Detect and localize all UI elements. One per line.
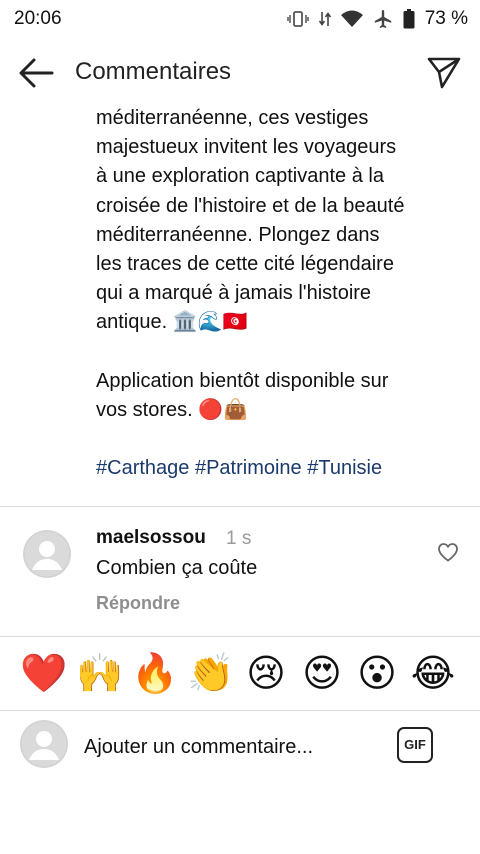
caption-line: qui a marqué à jamais l'histoire	[96, 282, 372, 305]
reaction-surprised[interactable]: 😮	[354, 650, 400, 696]
divider	[0, 506, 480, 507]
data-arrows-icon	[318, 10, 331, 28]
reaction-crying[interactable]: 😢	[243, 650, 289, 696]
back-button[interactable]	[18, 56, 54, 90]
divider	[0, 710, 480, 711]
battery-percent: 73 %	[424, 8, 468, 29]
comment-text: Combien ça coûte	[96, 557, 258, 579]
caption-line: à une exploration captivante à la	[96, 165, 384, 188]
post-caption: méditerranéenne, ces vestiges majestueux…	[96, 104, 436, 483]
comment-username[interactable]: maelsossou	[96, 527, 206, 549]
header: Commentaires	[0, 48, 480, 98]
reaction-heart-eyes[interactable]: 😍	[299, 650, 345, 696]
reaction-clap[interactable]: 👏	[187, 650, 234, 696]
announcement-line: Application bientôt disponible sur	[96, 369, 389, 392]
divider	[0, 636, 480, 637]
caption-line: croisée de l'histoire et de la beauté	[96, 194, 405, 217]
status-bar: 20:06 73 %	[0, 0, 480, 38]
arrow-left-icon	[18, 58, 54, 94]
reply-button[interactable]: Répondre	[96, 593, 180, 614]
reaction-laughing[interactable]: 😂	[410, 650, 456, 696]
send-icon	[426, 57, 462, 94]
announcement-line: vos stores. 🔴👜	[96, 398, 249, 421]
wifi-icon	[340, 10, 363, 28]
like-button[interactable]	[437, 542, 459, 562]
avatar	[20, 720, 68, 768]
quick-reactions: ❤️ 🙌 🔥 👏 😢 😍 😮 😂	[0, 650, 480, 700]
comment-input[interactable]	[84, 733, 374, 761]
page-title: Commentaires	[75, 58, 232, 85]
caption-line: majestueux invitent les voyageurs	[96, 136, 397, 159]
airplane-icon	[373, 9, 393, 29]
hashtags[interactable]: #Carthage #Patrimoine #Tunisie	[96, 454, 436, 483]
comment-timestamp: 1 s	[226, 528, 252, 549]
caption-line: les traces de cette cité légendaire	[96, 253, 394, 276]
heart-icon	[437, 543, 459, 566]
caption-line: méditerranéenne, ces vestiges	[96, 107, 369, 129]
avatar[interactable]	[23, 530, 71, 578]
caption-line: méditerranéenne. Plongez dans	[96, 223, 380, 246]
reaction-fire[interactable]: 🔥	[131, 650, 178, 696]
status-time: 20:06	[14, 8, 62, 29]
caption-line: antique. 🏛️🌊🇹🇳	[96, 311, 248, 334]
reaction-raising-hands[interactable]: 🙌	[76, 650, 123, 696]
battery-icon	[403, 9, 415, 29]
status-icons: 73 %	[286, 8, 468, 30]
gif-button[interactable]: GIF	[397, 727, 433, 763]
vibrate-icon	[286, 10, 309, 28]
reaction-heart[interactable]: ❤️	[20, 650, 67, 696]
share-button[interactable]	[426, 54, 462, 90]
